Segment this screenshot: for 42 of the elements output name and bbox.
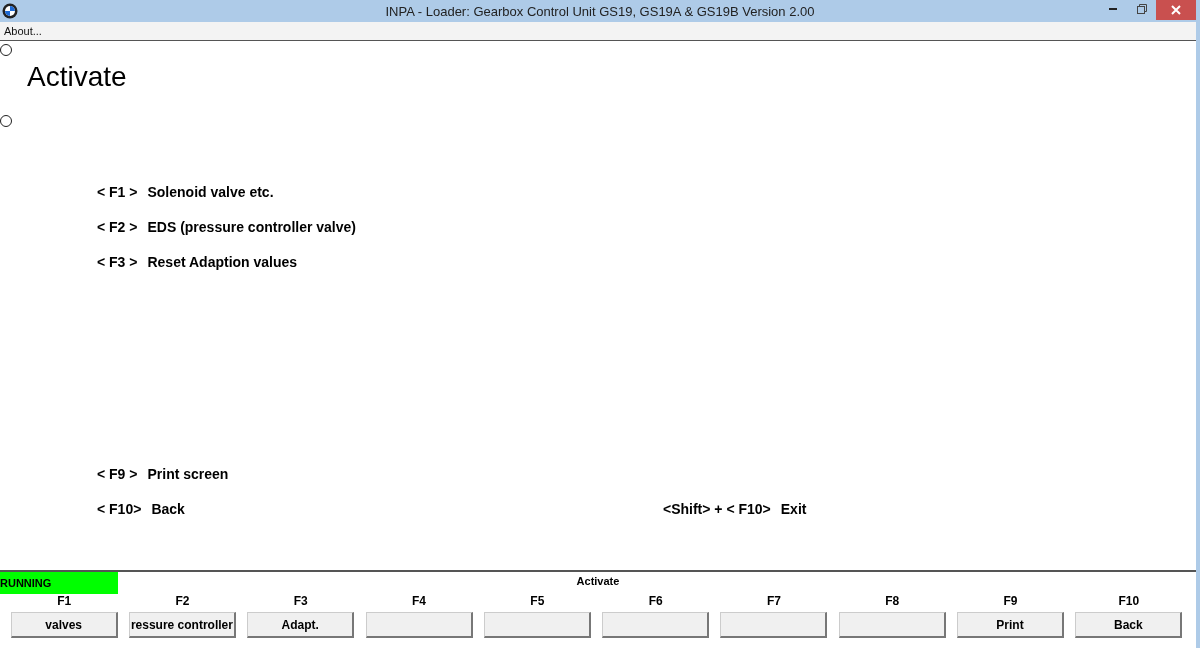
function-key-button[interactable]: ressure controller (128, 612, 236, 638)
function-key-label: F3 (293, 594, 308, 608)
function-key-label: F2 (175, 594, 190, 608)
function-key-button[interactable]: Print (957, 612, 1064, 638)
function-key-label: F5 (530, 594, 545, 608)
screen-name: Activate (575, 574, 621, 589)
function-key-label: F8 (885, 594, 900, 608)
menu-item[interactable]: About... (0, 25, 46, 37)
key-hint: <Shift> + < F10> (663, 500, 771, 517)
menu-option: Exit (780, 500, 807, 517)
function-key-label: F1 (57, 594, 72, 608)
function-key-button[interactable] (720, 612, 828, 638)
close-icon (1171, 5, 1181, 15)
restore-icon (1137, 4, 1147, 14)
function-key-button[interactable]: Adapt. (247, 612, 355, 638)
menu-option: Solenoid valve etc. (147, 183, 274, 200)
menu-option: Print screen (147, 465, 229, 482)
key-hint: < F10> (97, 500, 142, 517)
close-button[interactable] (1156, 0, 1196, 20)
function-key-button[interactable] (483, 612, 591, 638)
function-key-button[interactable] (838, 612, 946, 638)
function-key-label: F9 (1003, 594, 1018, 608)
key-hint: < F1 > (97, 183, 138, 200)
menu-option: Back (151, 500, 185, 517)
roundel-logo-icon (2, 3, 18, 19)
menu-option: EDS (pressure controller valve) (147, 218, 356, 235)
function-key-button[interactable] (602, 612, 710, 638)
function-key-label: F4 (412, 594, 427, 608)
function-key-label: F6 (648, 594, 663, 608)
function-key-label: F10 (1118, 594, 1140, 608)
menu-option: Reset Adaption values (147, 253, 298, 270)
minimize-icon (1109, 7, 1119, 11)
key-hint: < F3 > (97, 253, 138, 270)
key-hint: < F9 > (97, 465, 138, 482)
window-title: INPA - Loader: Gearbox Control Unit GS19, GS19A & GS19B Version 2.00 (384, 3, 816, 19)
status-indicator: RUNNING (0, 572, 118, 594)
function-key-button[interactable]: valves (10, 612, 118, 638)
function-key-button[interactable]: Back (1075, 612, 1183, 638)
function-key-label: F7 (766, 594, 781, 608)
key-hint: < F2 > (97, 218, 138, 235)
function-key-button[interactable] (365, 612, 473, 638)
page-heading: Activate (27, 61, 127, 93)
